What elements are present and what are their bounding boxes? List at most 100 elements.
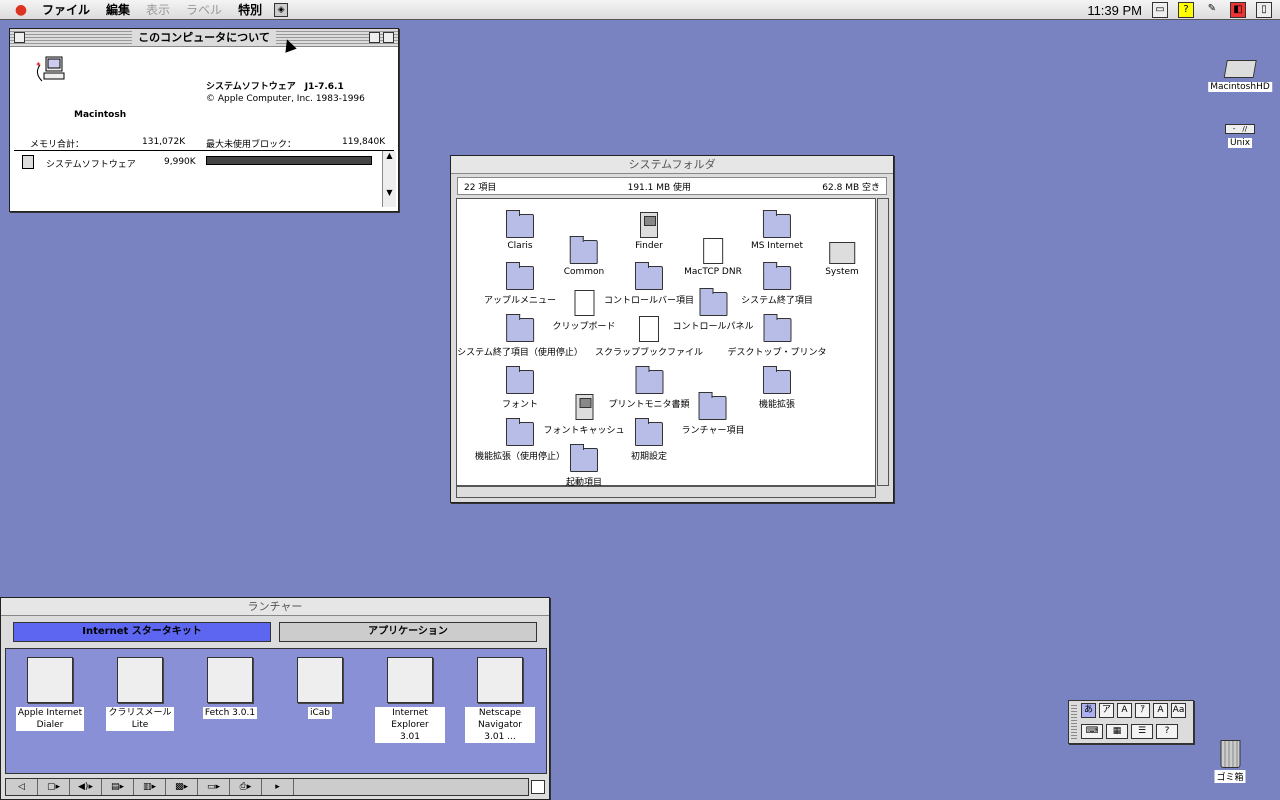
memory-usage-bar xyxy=(206,156,372,165)
trash-can-icon xyxy=(1219,740,1240,768)
menu-label[interactable]: ラベル xyxy=(178,1,230,18)
folder-item[interactable]: Claris xyxy=(505,210,535,251)
input-mode-button[interactable]: ア xyxy=(1099,703,1114,718)
menu-edit[interactable]: 編集 xyxy=(98,1,138,18)
tab-internet-starter-kit[interactable]: Internet スタータキット xyxy=(13,622,271,642)
palette-tool-button[interactable]: ▦ xyxy=(1106,724,1128,739)
palette-tool-button[interactable]: ⌨ xyxy=(1081,724,1103,739)
folder-item[interactable]: Finder xyxy=(634,211,664,251)
folder-item-label: 機能拡張（使用停止） xyxy=(474,452,566,462)
folder-item[interactable]: 初期設定 xyxy=(631,418,667,462)
launcher-item[interactable]: クラリスメール Lite xyxy=(105,657,175,731)
about-scrollbar[interactable]: ▲ ▼ xyxy=(382,151,396,207)
app-switcher-icon[interactable]: ◈ xyxy=(274,2,289,17)
palette-tool-button[interactable]: ☰ xyxy=(1131,724,1153,739)
launcher-item-label: Internet Explorer 3.01 xyxy=(375,707,445,743)
folder-item[interactable]: ランチャー項目 xyxy=(682,392,744,436)
input-mode-button[interactable]: あ xyxy=(1081,703,1096,718)
control-strip-arrow-icon[interactable]: ◁ xyxy=(6,779,38,795)
launcher-item[interactable]: Apple Internet Dialer xyxy=(15,657,85,731)
items-count: 22 項目 xyxy=(464,182,497,193)
folder-item[interactable]: Common xyxy=(564,236,604,277)
largest-block-value: 119,840K xyxy=(342,137,386,147)
printer-strip-icon[interactable]: ⎙▸ xyxy=(230,779,262,795)
sound-icon[interactable]: ◀)▸ xyxy=(70,779,102,795)
system-folder-titlebar[interactable]: システムフォルダ xyxy=(451,156,893,174)
palette-tool-button[interactable]: ? xyxy=(1156,724,1178,739)
folder-item[interactable]: アップルメニュー xyxy=(484,262,556,306)
macintosh-hd-icon[interactable]: MacintoshHD xyxy=(1208,60,1272,92)
folder-icon xyxy=(505,262,535,291)
folder-item[interactable]: フォント xyxy=(501,366,539,410)
zoom-box-icon[interactable] xyxy=(369,32,380,43)
system-folder-title: システムフォルダ xyxy=(628,158,716,171)
finder-icon[interactable]: ▯ xyxy=(1256,2,1272,18)
help-icon[interactable]: ? xyxy=(1178,2,1194,18)
launcher-item-label-line1: Netscape xyxy=(478,708,522,718)
launcher-item-label-line2: Dialer xyxy=(36,720,64,730)
folder-icon[interactable]: ▭▸ xyxy=(198,779,230,795)
folder-item[interactable]: 機能拡張 xyxy=(759,366,795,410)
scroll-down-icon[interactable]: ▼ xyxy=(383,188,396,197)
folder-item[interactable]: 起動項目 xyxy=(566,444,602,488)
input-mode-button[interactable]: Aa xyxy=(1171,703,1186,718)
launcher-item-label: クラリスメール Lite xyxy=(106,707,174,731)
launcher-item[interactable]: Netscape Navigator 3.01 ... xyxy=(465,657,535,743)
palette-mode-row: あア A ｱ A Aa xyxy=(1069,701,1193,718)
about-titlebar[interactable]: このコンピュータについて xyxy=(10,29,398,47)
vertical-scrollbar[interactable] xyxy=(877,198,889,486)
collapse-box-icon[interactable] xyxy=(383,32,394,43)
tab-applications[interactable]: アプリケーション xyxy=(279,622,537,642)
input-mode-button[interactable]: ｱ xyxy=(1135,703,1150,718)
scroll-up-icon[interactable]: ▲ xyxy=(383,151,396,160)
app-size: 9,990K xyxy=(164,157,196,167)
pen-icon[interactable]: ✎ xyxy=(1204,2,1220,18)
printer-icon[interactable]: ▭ xyxy=(1152,2,1168,18)
folder-item-label: デスクトップ・プリンタ xyxy=(727,348,827,358)
unix-disk-icon[interactable]: - // Unix xyxy=(1225,124,1255,148)
menu-view[interactable]: 表示 xyxy=(138,1,178,18)
car-icon xyxy=(297,657,343,703)
control-strip-end-icon[interactable]: ▸ xyxy=(262,779,294,795)
folder-item[interactable]: デスクトップ・プリンタ xyxy=(727,314,827,358)
mail-icon xyxy=(117,657,163,703)
cd-icon[interactable]: ▢▸ xyxy=(38,779,70,795)
input-mode-button[interactable]: A xyxy=(1117,703,1132,718)
resize-box-icon[interactable] xyxy=(531,780,545,794)
folder-icon xyxy=(505,210,535,239)
launcher-item[interactable]: iCab xyxy=(285,657,355,719)
folder-icon xyxy=(698,392,728,421)
folder-item[interactable]: システム終了項目（使用停止） xyxy=(457,314,583,358)
apple-menu-icon[interactable]: ● xyxy=(8,2,34,18)
menu-file[interactable]: ファイル xyxy=(34,1,98,18)
palette-drag-bar[interactable] xyxy=(1071,703,1077,741)
monitor-resolution-icon[interactable]: ▩▸ xyxy=(166,779,198,795)
launcher-titlebar[interactable]: ランチャー xyxy=(1,598,549,616)
launcher-item-label: iCab xyxy=(307,707,332,719)
monitor-color-icon[interactable]: ▥▸ xyxy=(134,779,166,795)
file-sharing-icon[interactable]: ▤▸ xyxy=(102,779,134,795)
folder-item-label: Finder xyxy=(635,241,663,251)
trash-icon[interactable]: ゴミ箱 xyxy=(1214,740,1246,783)
globe-icon xyxy=(387,657,433,703)
about-window: このコンピュータについて ✦ Macintosh システムソフトウェア J1-7… xyxy=(9,28,399,212)
input-mode-button[interactable]: A xyxy=(1153,703,1168,718)
launcher-title: ランチャー xyxy=(247,600,303,613)
wheel-icon xyxy=(477,657,523,703)
app-menu-icon[interactable]: ◧ xyxy=(1230,2,1246,18)
system-app-icon xyxy=(22,155,34,169)
suitcase-icon xyxy=(827,237,857,265)
folder-item[interactable]: スクラップブックファイル xyxy=(595,315,703,358)
horizontal-scrollbar[interactable] xyxy=(456,486,876,498)
launcher-item[interactable]: Internet Explorer 3.01 xyxy=(375,657,445,743)
folder-icon xyxy=(634,366,664,395)
close-box-icon[interactable] xyxy=(14,32,25,43)
folder-item[interactable]: System xyxy=(825,237,859,277)
clock[interactable]: 11:39 PM xyxy=(1087,3,1142,18)
folder-item[interactable]: 機能拡張（使用停止） xyxy=(474,418,566,462)
launcher-tabs: Internet スタータキット アプリケーション xyxy=(1,616,549,648)
folder-item-label: フォント xyxy=(501,400,539,410)
folder-item[interactable]: MS Internet xyxy=(751,210,803,251)
launcher-item[interactable]: Fetch 3.0.1 xyxy=(195,657,265,719)
menu-special[interactable]: 特別 xyxy=(230,1,270,18)
